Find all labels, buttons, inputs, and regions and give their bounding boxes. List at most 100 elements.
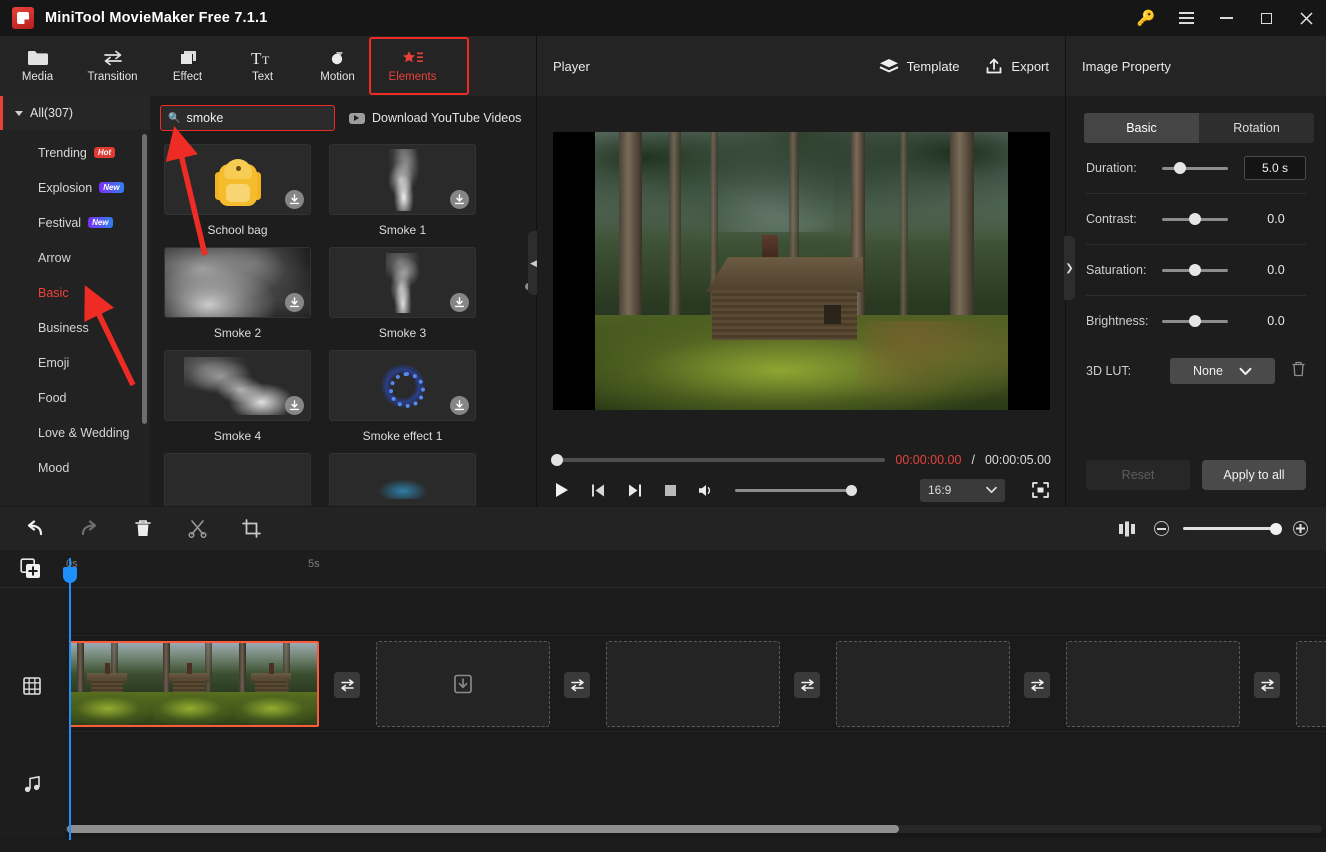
search-box[interactable]: 🔍 ✕ <box>160 105 365 131</box>
split-button[interactable] <box>184 516 210 542</box>
volume-knob[interactable] <box>846 484 857 496</box>
sidebar-item-basic[interactable]: Basic <box>0 275 150 310</box>
media-placeholder[interactable] <box>606 641 780 727</box>
template-button[interactable]: Template <box>879 58 959 75</box>
element-card-partial[interactable] <box>164 453 311 506</box>
tab-rotation[interactable]: Rotation <box>1199 113 1314 143</box>
table-row[interactable] <box>69 641 319 727</box>
tab-media[interactable]: Media <box>0 38 75 94</box>
redo-button[interactable] <box>76 516 102 542</box>
element-card[interactable]: Smoke 3 <box>329 247 476 340</box>
next-frame-button[interactable] <box>623 479 645 501</box>
transition-slot-button[interactable] <box>334 672 360 698</box>
delete-button[interactable] <box>130 516 156 542</box>
video-track-lane[interactable] <box>65 636 1326 732</box>
media-placeholder[interactable] <box>836 641 1010 727</box>
transition-slot-button[interactable] <box>1254 672 1280 698</box>
transition-slot-button[interactable] <box>794 672 820 698</box>
tab-elements[interactable]: Elements <box>375 38 450 94</box>
reset-button[interactable]: Reset <box>1086 460 1190 490</box>
media-placeholder[interactable] <box>1296 641 1326 727</box>
playhead[interactable] <box>63 558 77 840</box>
close-button[interactable] <box>1286 0 1326 36</box>
element-card-partial[interactable] <box>329 453 476 506</box>
lut-select[interactable]: None <box>1169 358 1275 384</box>
element-card[interactable]: Smoke 4 <box>164 350 311 443</box>
element-card[interactable]: Smoke 1 <box>329 144 476 237</box>
element-card[interactable]: School bag <box>164 144 311 237</box>
duration-slider[interactable] <box>1162 162 1228 174</box>
download-youtube-videos-button[interactable]: Download YouTube Videos <box>349 111 521 125</box>
delete-lut-button[interactable] <box>1291 361 1306 382</box>
apply-to-all-button[interactable]: Apply to all <box>1202 460 1306 490</box>
contrast-knob[interactable] <box>1189 213 1201 225</box>
category-scrollbar[interactable] <box>142 134 147 424</box>
sidebar-item-trending[interactable]: Trending Hot <box>0 135 150 170</box>
stop-button[interactable] <box>659 479 681 501</box>
export-button[interactable]: Export <box>985 58 1049 75</box>
element-thumbnail[interactable] <box>164 247 311 318</box>
play-button[interactable] <box>551 479 573 501</box>
element-thumbnail[interactable] <box>164 144 311 215</box>
element-card[interactable]: Smoke 2 <box>164 247 311 340</box>
brightness-knob[interactable] <box>1189 315 1201 327</box>
brightness-slider[interactable] <box>1162 315 1228 327</box>
aspect-ratio-select[interactable]: 16:9 <box>920 478 1005 502</box>
zoom-knob[interactable] <box>1270 522 1282 535</box>
element-card[interactable]: Smoke effect 1 <box>329 350 476 443</box>
sidebar-item-business[interactable]: Business <box>0 310 150 345</box>
category-all[interactable]: All(307) <box>0 96 150 130</box>
element-thumbnail[interactable] <box>329 247 476 318</box>
sidebar-item-arrow[interactable]: Arrow <box>0 240 150 275</box>
download-icon[interactable] <box>285 396 304 415</box>
sidebar-item-festival[interactable]: Festival New <box>0 205 150 240</box>
preview-canvas[interactable] <box>552 132 1050 410</box>
element-thumbnail[interactable] <box>164 350 311 421</box>
menu-button[interactable] <box>1166 0 1206 36</box>
playhead-handle[interactable] <box>63 567 77 583</box>
sidebar-item-explosion[interactable]: Explosion New <box>0 170 150 205</box>
add-track-button[interactable] <box>20 558 42 580</box>
text-track-lane[interactable] <box>65 588 1326 636</box>
zoom-out-button[interactable] <box>1154 521 1169 536</box>
duration-knob[interactable] <box>1174 162 1186 174</box>
saturation-slider[interactable] <box>1162 264 1228 276</box>
download-icon[interactable] <box>285 190 304 209</box>
tab-transition[interactable]: Transition <box>75 38 150 94</box>
ruler-ticks[interactable]: 0s 5s <box>65 550 1326 588</box>
tab-effect[interactable]: Effect <box>150 38 225 94</box>
sidebar-item-food[interactable]: Food <box>0 380 150 415</box>
activate-key-button[interactable]: 🔑 <box>1126 0 1166 36</box>
saturation-knob[interactable] <box>1189 264 1201 276</box>
split-view-button[interactable] <box>1114 516 1140 542</box>
media-placeholder[interactable] <box>1066 641 1240 727</box>
minimize-button[interactable] <box>1206 0 1246 36</box>
tab-text[interactable]: T T Text <box>225 38 300 94</box>
contrast-slider[interactable] <box>1162 213 1228 225</box>
tab-motion[interactable]: Motion <box>300 38 375 94</box>
crop-button[interactable] <box>238 516 264 542</box>
sidebar-item-love-wedding[interactable]: Love & Wedding <box>0 415 150 450</box>
transition-slot-button[interactable] <box>1024 672 1050 698</box>
volume-button[interactable] <box>695 479 717 501</box>
sidebar-item-emoji[interactable]: Emoji <box>0 345 150 380</box>
transition-slot-button[interactable] <box>564 672 590 698</box>
media-placeholder[interactable] <box>376 641 550 727</box>
audio-track-lane[interactable] <box>65 732 1326 828</box>
sidebar-item-mood[interactable]: Mood <box>0 450 150 485</box>
previous-frame-button[interactable] <box>587 479 609 501</box>
search-input[interactable] <box>186 111 348 125</box>
fullscreen-button[interactable] <box>1029 479 1051 501</box>
timeline-horizontal-scrollbar[interactable] <box>67 825 899 833</box>
undo-button[interactable] <box>22 516 48 542</box>
download-icon[interactable] <box>450 190 469 209</box>
zoom-in-button[interactable] <box>1293 521 1308 536</box>
download-icon[interactable] <box>285 293 304 312</box>
element-thumbnail[interactable] <box>329 350 476 421</box>
element-thumbnail[interactable] <box>329 144 476 215</box>
duration-value-field[interactable]: 5.0 s <box>1244 156 1306 180</box>
seek-slider[interactable] <box>551 454 886 466</box>
download-icon[interactable] <box>450 293 469 312</box>
zoom-slider[interactable] <box>1183 522 1282 535</box>
volume-slider[interactable] <box>735 484 857 496</box>
